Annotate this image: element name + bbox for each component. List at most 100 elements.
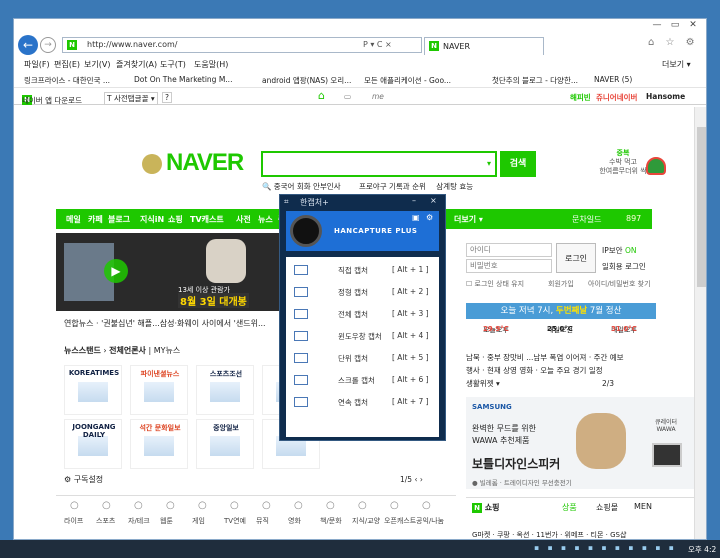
minimize-button[interactable]: —	[648, 19, 666, 31]
tab-shopping-goods[interactable]: 상품	[562, 502, 577, 513]
maximize-button[interactable]: ▭	[666, 19, 684, 31]
category-icon[interactable]: ○	[102, 500, 111, 511]
gnb-item[interactable]: 블로그	[108, 214, 130, 225]
shopping-mall-list[interactable]: G마켓 · 쿠팡 · 옥션 · 11번가 · 위메프 · 티몬 · GS샵	[472, 530, 626, 539]
gnb-item[interactable]: 메일	[66, 214, 81, 225]
tab-newsstand[interactable]: 뉴스스탠드	[64, 346, 101, 355]
category-label[interactable]: 영화	[288, 516, 301, 526]
capture-minimize[interactable]: –	[412, 196, 416, 205]
menu-item[interactable]: 파일(F)	[24, 59, 50, 70]
category-icon[interactable]: ○	[134, 500, 143, 511]
category-label[interactable]: 뮤직	[256, 516, 269, 526]
naver-logo[interactable]: NAVER	[142, 149, 244, 177]
id-field[interactable]: 아이디	[466, 243, 552, 257]
capture-item[interactable]: 단위 캡처 [ Alt + 5 ]	[286, 347, 439, 369]
press-tile[interactable]: 중앙일보	[196, 419, 254, 469]
gnb-item[interactable]: 뉴스	[258, 214, 273, 225]
dictionary-tab-button[interactable]: T 사전탭글꼴 ▾	[104, 92, 158, 105]
category-icon[interactable]: ○	[230, 500, 239, 511]
tab-naver[interactable]: N NAVER	[424, 37, 544, 55]
tray-icons[interactable]: ▪ ▪ ▪ ▪ ▪ ▪ ▪ ▪ ▪ ▪ ▪	[534, 543, 677, 552]
favorite-link[interactable]: 모든 애플리케이션 - Goo...	[364, 75, 451, 86]
capture-item[interactable]: 연속 캡처 [ Alt + 7 ]	[286, 391, 439, 413]
widget-pager[interactable]: 2/3	[602, 377, 614, 390]
capture-item[interactable]: 정형 캡처 [ Alt + 2 ]	[286, 281, 439, 303]
tab-shopping-mall[interactable]: 쇼핑몰	[596, 502, 618, 513]
capture-item[interactable]: 스크롤 캡처 [ Alt + 6 ]	[286, 369, 439, 391]
gnb-item[interactable]: TV캐스트	[190, 214, 224, 225]
news-headline[interactable]: 연합뉴스 · '권불십년' 해플...삼성·화웨이 사이에서 '샌드위...	[64, 318, 266, 329]
favorite-link[interactable]: NAVER (5)	[594, 75, 632, 84]
favorite-link[interactable]: 첫단추의 블로그 - 다양한...	[492, 75, 578, 86]
vertical-scrollbar[interactable]	[694, 107, 706, 539]
menu-item[interactable]: 도움말(H)	[194, 59, 228, 70]
clock[interactable]: 오후 4:2	[688, 544, 716, 555]
help-button[interactable]: ?	[162, 92, 172, 103]
dropdown-icon[interactable]: ▾	[487, 159, 491, 168]
info-ticker[interactable]: 남북 · 중부 장맛비 ...남부 폭염 이어져 · 주간 예보 행사 · 현재…	[466, 351, 656, 390]
gnb-extra-count[interactable]: 897	[626, 214, 641, 223]
play-icon[interactable]: ▶	[104, 259, 128, 283]
press-pager[interactable]: 1/5 ‹ ›	[400, 475, 423, 484]
press-tile[interactable]: 파이낸셜뉴스	[130, 365, 188, 415]
search-button[interactable]: 검색	[500, 151, 536, 177]
gnb-item[interactable]: 더보기 ▾	[454, 214, 483, 225]
press-tile[interactable]: 석간 문화일보	[130, 419, 188, 469]
favorite-link[interactable]: Dot On The Marketing M...	[134, 75, 232, 84]
weather-banner[interactable]: 오늘 저녁 7시, 두번째날 7월 정산	[466, 303, 656, 319]
gnb-extra-item[interactable]: 문차일드	[572, 214, 601, 225]
happybean-link[interactable]: 해피빈	[570, 92, 591, 103]
address-icons[interactable]: P ▾ C ×	[363, 40, 392, 49]
category-label[interactable]: 라이프	[64, 516, 83, 526]
subscribe-setting[interactable]: ⚙ 구독설정	[64, 474, 103, 485]
tab-my-news[interactable]: MY뉴스	[154, 346, 181, 355]
press-tile[interactable]: 스포츠조선	[196, 365, 254, 415]
category-label[interactable]: TV연예	[224, 516, 246, 526]
category-label[interactable]: 게임	[192, 516, 205, 526]
scroll-thumb[interactable]	[697, 127, 706, 287]
category-icon[interactable]: ○	[166, 500, 175, 511]
category-icon[interactable]: ○	[198, 500, 207, 511]
capture-item[interactable]: 윈도우창 캡처 [ Alt + 4 ]	[286, 325, 439, 347]
junior-naver-link[interactable]: 쥬니어네이버	[596, 92, 637, 103]
capture-item[interactable]: 전체 캡처 [ Alt + 3 ]	[286, 303, 439, 325]
forward-icon[interactable]: →	[40, 37, 56, 53]
gnb-item[interactable]: 사전	[236, 214, 251, 225]
favorite-link[interactable]: 링크프라이스 - 대한민국 ...	[24, 75, 110, 86]
category-label[interactable]: 스포츠	[96, 516, 115, 526]
gnb-item[interactable]: 쇼핑	[168, 214, 183, 225]
category-icon[interactable]: ○	[422, 500, 431, 511]
gnb-item[interactable]: 카페	[88, 214, 103, 225]
advertisement[interactable]: SAMSUNG 완벽한 무드를 위한 WAWA 추천제품 보틀디자인스피커 큐레…	[466, 397, 694, 489]
press-tile[interactable]: JOONGANG DAILY	[64, 419, 122, 469]
search-input[interactable]: ▾	[261, 151, 497, 177]
back-icon[interactable]: ←	[18, 35, 38, 55]
keyword-link[interactable]: 프로야구 기록과 순위	[359, 182, 426, 191]
promo-text[interactable]: 중복 수박 먹고 한여름무더위 싹	[598, 149, 648, 176]
category-icon[interactable]: ○	[390, 500, 399, 511]
tab-shopping-men[interactable]: MEN	[634, 502, 652, 511]
gnb-item[interactable]: 지식iN	[140, 214, 164, 225]
home-star-gear-icons[interactable]: ⌂ ☆ ⚙	[648, 37, 699, 48]
onetime-login-link[interactable]: 일회용 로그인	[602, 261, 646, 272]
ip-security[interactable]: IP보안 ON	[602, 245, 636, 256]
login-button[interactable]: 로그인	[556, 243, 596, 273]
category-label[interactable]: 웹툰	[160, 516, 173, 526]
me-icon[interactable]: me	[372, 92, 384, 101]
category-icon[interactable]: ○	[358, 500, 367, 511]
favorite-link[interactable]: android 앱팡(NAS) 오리...	[262, 75, 351, 86]
shopping-title[interactable]: N 쇼핑	[472, 502, 500, 513]
folder-icon[interactable]: ▣	[412, 213, 420, 222]
keyword-link[interactable]: 삼계탕 효능	[436, 182, 473, 191]
press-tile[interactable]: KOREATIMES	[64, 365, 122, 415]
join-link[interactable]: 회원가입	[548, 279, 574, 289]
watermelon-icon[interactable]	[646, 157, 666, 175]
category-icon[interactable]: ○	[262, 500, 271, 511]
more-menu[interactable]: 더보기 ▾	[662, 59, 691, 70]
category-label[interactable]: 공익/나눔	[416, 516, 444, 526]
password-field[interactable]: 비밀번호	[466, 259, 552, 273]
category-icon[interactable]: ○	[326, 500, 335, 511]
close-button[interactable]: ✕	[684, 19, 702, 31]
tab-all-press[interactable]: 전체언론사	[109, 346, 146, 355]
movie-banner[interactable]: ▶ 13세 이상 관람가 8월 3일 대개봉	[56, 233, 294, 311]
